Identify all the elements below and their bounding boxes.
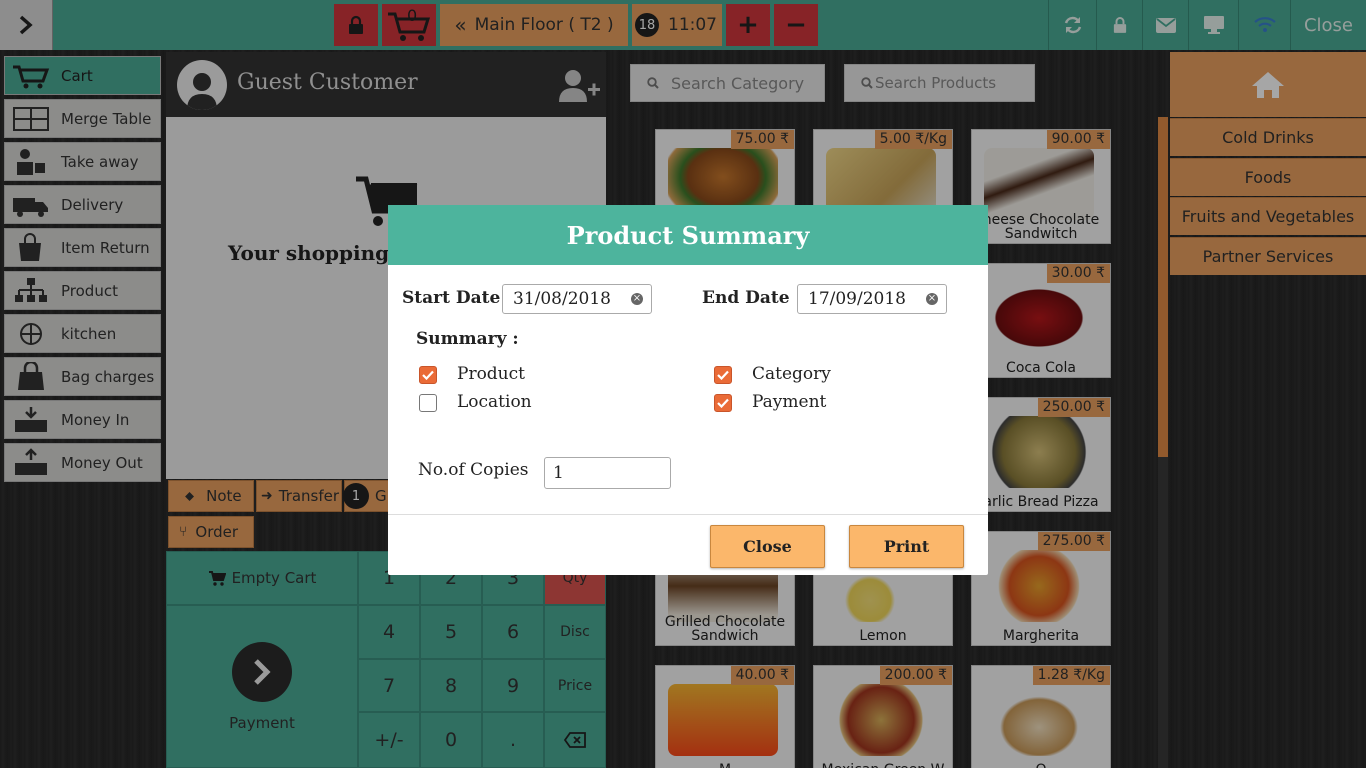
end-date-value: 17/09/2018 [808, 289, 906, 309]
clear-icon[interactable]: × [631, 293, 643, 305]
payment-option-label: Payment [752, 392, 827, 412]
payment-checkbox[interactable] [714, 394, 732, 412]
copies-label: No.of Copies [418, 460, 529, 480]
summary-label: Summary : [416, 329, 519, 349]
dialog-title: Product Summary [388, 205, 988, 265]
copies-input[interactable]: 1 [544, 457, 671, 489]
start-date-label: Start Date [402, 288, 501, 308]
start-date-value: 31/08/2018 [513, 289, 611, 309]
check-icon [717, 398, 729, 408]
category-option-label: Category [752, 364, 831, 384]
check-icon [717, 370, 729, 380]
product-checkbox[interactable] [419, 366, 437, 384]
dialog-divider [388, 514, 988, 515]
end-date-label: End Date [702, 288, 790, 308]
end-date-input[interactable]: 17/09/2018 × [797, 284, 947, 314]
location-option-label: Location [457, 392, 532, 412]
check-icon [422, 370, 434, 380]
clear-icon[interactable]: × [926, 293, 938, 305]
product-option-label: Product [457, 364, 525, 384]
print-button[interactable]: Print [849, 525, 964, 568]
copies-value: 1 [553, 463, 564, 483]
product-summary-dialog: Product Summary Start Date 31/08/2018 × … [388, 205, 988, 575]
category-checkbox[interactable] [714, 366, 732, 384]
location-checkbox[interactable] [419, 394, 437, 412]
close-button[interactable]: Close [710, 525, 825, 568]
start-date-input[interactable]: 31/08/2018 × [502, 284, 652, 314]
